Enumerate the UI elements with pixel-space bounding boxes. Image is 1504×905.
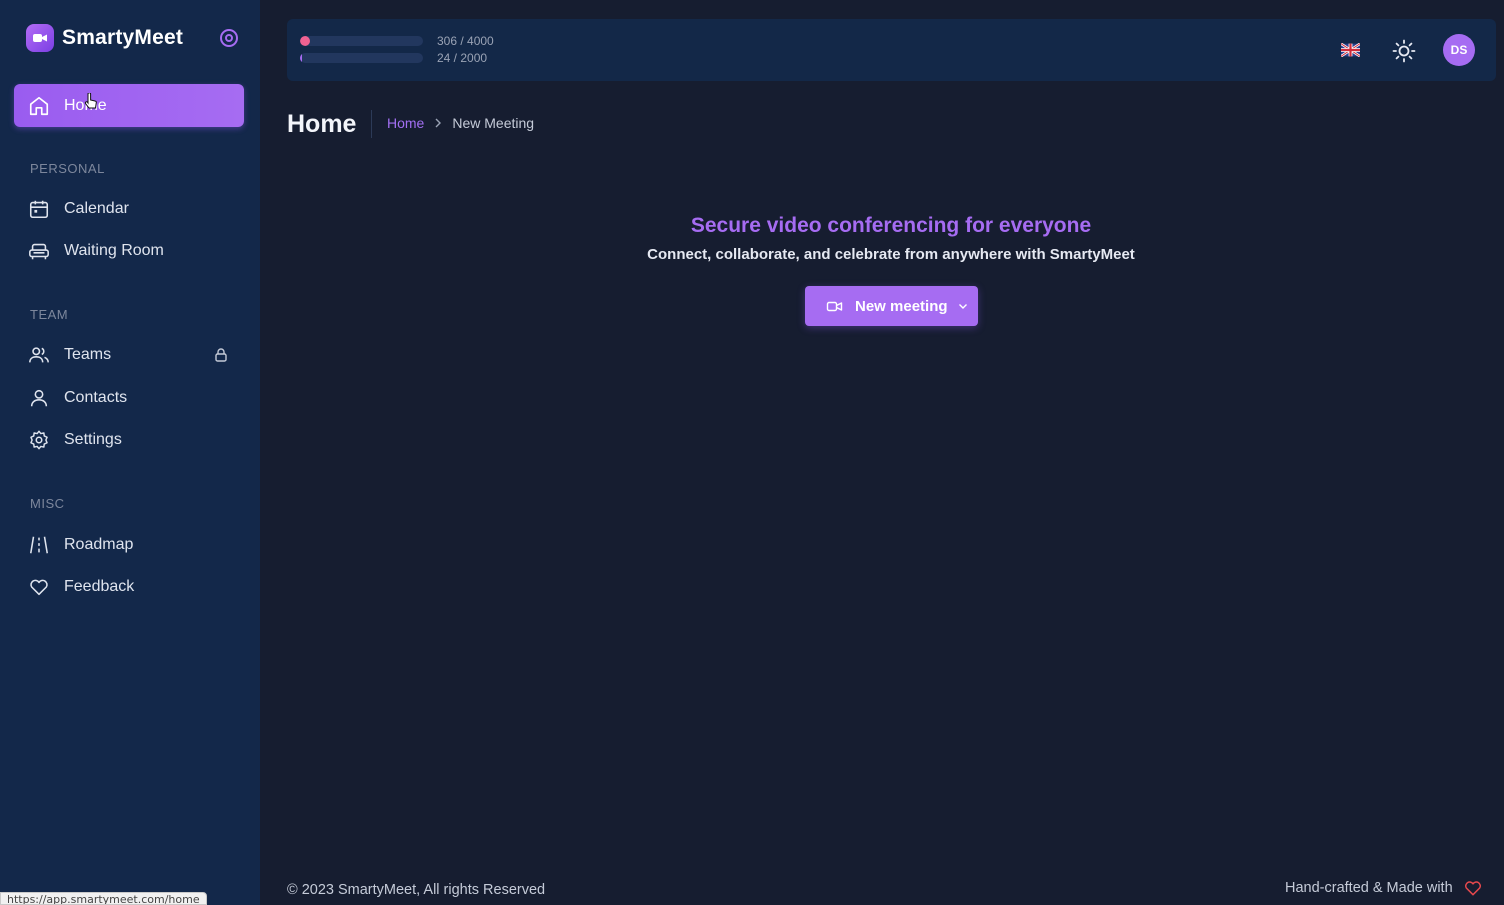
- sidebar-item-label: Calendar: [64, 200, 129, 217]
- brand-logo-icon: [26, 24, 54, 52]
- breadcrumb-home-link[interactable]: Home: [387, 115, 424, 131]
- hero-subtitle: Connect, collaborate, and celebrate from…: [647, 246, 1135, 263]
- usage-track: [300, 36, 423, 46]
- sidebar-item-calendar[interactable]: Calendar: [28, 194, 238, 224]
- sidebar-item-label: Waiting Room: [64, 242, 164, 259]
- section-title-misc: MISC: [30, 496, 65, 511]
- chevron-down-icon: [958, 304, 967, 309]
- breadcrumb: Home New Meeting: [387, 115, 534, 131]
- usage-track: [300, 53, 423, 63]
- gear-icon: [30, 430, 48, 450]
- sidebar-item-home[interactable]: Home: [14, 84, 244, 127]
- sidebar-item-label: Roadmap: [64, 536, 134, 553]
- avatar[interactable]: DS: [1443, 34, 1475, 66]
- sidebar-item-feedback[interactable]: Feedback: [28, 572, 238, 602]
- usage-meter-minutes: 306 / 4000: [300, 34, 494, 48]
- topbar: 306 / 4000 24 / 2000 DS: [287, 19, 1496, 81]
- sun-icon[interactable]: [1392, 39, 1416, 63]
- footer-credit: Hand-crafted & Made with: [1285, 878, 1483, 898]
- section-title-personal: PERSONAL: [30, 161, 105, 176]
- heart-icon: [30, 579, 48, 596]
- footer-credit-text: Hand-crafted & Made with: [1285, 880, 1453, 896]
- usage-fill: [300, 53, 302, 63]
- title-divider: [371, 110, 372, 138]
- home-icon: [29, 96, 49, 115]
- usage-fill: [300, 36, 310, 46]
- sidebar-item-settings[interactable]: Settings: [28, 425, 238, 455]
- sidebar-item-label: Settings: [64, 431, 122, 448]
- status-bar-url: https://app.smartymeet.com/home: [0, 892, 207, 905]
- sidebar-item-label: Feedback: [64, 578, 135, 595]
- sidebar-item-roadmap[interactable]: Roadmap: [28, 530, 238, 560]
- new-meeting-button[interactable]: New meeting: [805, 286, 978, 326]
- section-title-team: TEAM: [30, 307, 69, 322]
- brand-name: SmartyMeet: [62, 26, 184, 49]
- lock-icon: [215, 348, 227, 362]
- new-meeting-label: New meeting: [855, 297, 948, 315]
- video-camera-icon: [826, 301, 843, 311]
- road-icon: [29, 536, 49, 554]
- sidebar-item-teams[interactable]: Teams: [28, 340, 238, 370]
- page-title: Home: [287, 110, 357, 138]
- hero-title: Secure video conferencing for everyone: [690, 214, 1092, 237]
- sofa-icon: [29, 243, 49, 260]
- usage-text: 24 / 2000: [437, 51, 488, 65]
- sidebar-item-label: Teams: [64, 346, 112, 363]
- chevron-right-icon: [435, 118, 442, 128]
- breadcrumb-current: New Meeting: [452, 115, 535, 131]
- sidebar-item-label: Contacts: [64, 389, 128, 406]
- user-icon: [30, 389, 48, 407]
- usage-meter-meetings: 24 / 2000: [300, 51, 487, 65]
- sidebar-item-waiting-room[interactable]: Waiting Room: [28, 236, 238, 266]
- usage-text: 306 / 4000: [437, 34, 494, 48]
- footer-copyright: © 2023 SmartyMeet, All rights Reserved: [287, 882, 546, 898]
- sidebar: SmartyMeet Home PERSONAL Calendar Waitin…: [0, 0, 260, 905]
- mouse-cursor-icon: [84, 93, 97, 109]
- uk-flag-icon[interactable]: [1340, 42, 1361, 58]
- calendar-icon: [29, 200, 49, 219]
- users-icon: [29, 347, 49, 363]
- sidebar-collapse-icon[interactable]: [219, 28, 239, 48]
- heart-icon: [1464, 881, 1481, 896]
- brand[interactable]: SmartyMeet: [26, 24, 183, 52]
- sidebar-item-contacts[interactable]: Contacts: [28, 383, 238, 413]
